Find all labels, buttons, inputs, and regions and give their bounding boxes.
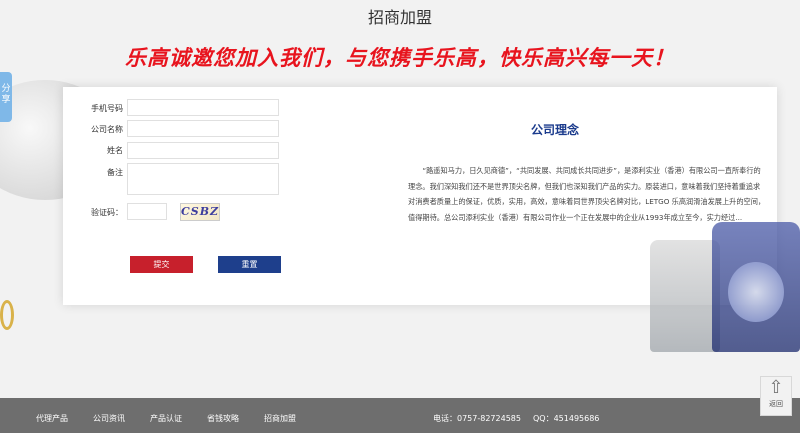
back-to-top-button[interactable]: ⇧ 返回 [760,376,792,416]
captcha-image[interactable]: CSBZ [180,203,220,221]
captcha-label: 验证码： [91,208,123,217]
footer-link-news[interactable]: 公司资讯 [93,413,125,424]
philosophy-text: “路遥知马力，日久见商德”，“共同发展、共同成长共同进步”，是添利实业（香港）有… [408,166,766,222]
phone-label: 手机号码 [91,104,123,113]
footer-link-saving-tips[interactable]: 省钱攻略 [207,413,239,424]
slogan: 乐高诚邀您加入我们，与您携手乐高，快乐高兴每一天！ [125,46,675,70]
page-title: 招商加盟 [367,8,432,27]
back-to-top-label: 返回 [769,400,783,408]
footer-phone: 电话：0757-82724585 [433,414,521,423]
share-tab[interactable]: 分享 [0,72,12,122]
name-label: 姓名 [107,146,123,155]
oil-bottle-image [650,240,720,352]
phone-input[interactable] [127,99,279,116]
arrow-up-icon: ⇧ [768,377,784,398]
captcha-input[interactable] [127,203,167,220]
decorative-ring-image [0,300,14,330]
reset-button[interactable]: 重置 [218,256,281,273]
footer-qq: QQ：451495686 [533,414,600,423]
name-input[interactable] [127,142,279,159]
bottle-label-image [728,262,784,322]
footer: 代理产品 公司资讯 产品认证 省钱攻略 招商加盟 电话：0757-8272458… [0,398,800,433]
footer-link-products[interactable]: 代理产品 [36,413,68,424]
company-input[interactable] [127,120,279,137]
company-label: 公司名称 [91,125,123,134]
philosophy-title: 公司理念 [531,123,580,137]
note-textarea[interactable] [127,163,279,195]
footer-link-certification[interactable]: 产品认证 [150,413,182,424]
share-label: 分享 [1,84,11,105]
footer-link-join[interactable]: 招商加盟 [264,413,296,424]
submit-button[interactable]: 提交 [130,256,193,273]
note-label: 备注 [107,168,123,177]
